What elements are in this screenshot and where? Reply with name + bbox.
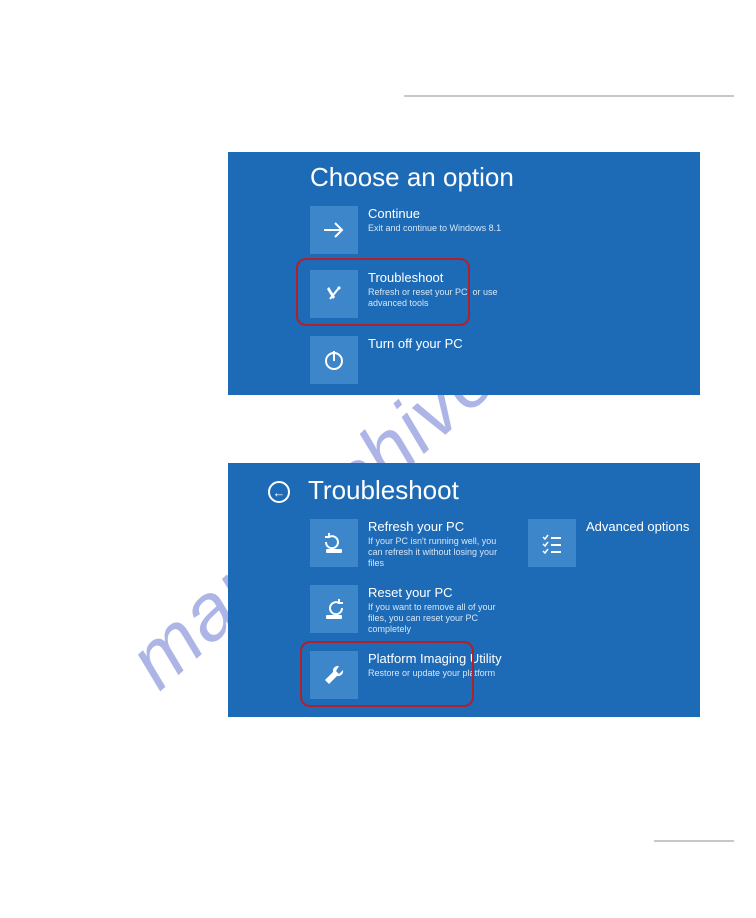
tile-title: Turn off your PC	[368, 336, 463, 351]
tile-title: Continue	[368, 206, 501, 221]
tile-desc: Exit and continue to Windows 8.1	[368, 223, 501, 234]
choose-option-panel: Choose an option Continue Exit and conti…	[228, 152, 700, 395]
tile-reset-pc[interactable]: Reset your PC If you want to remove all …	[310, 585, 508, 634]
reset-icon	[310, 585, 358, 633]
highlight-troubleshoot	[296, 258, 470, 326]
tile-continue[interactable]: Continue Exit and continue to Windows 8.…	[310, 206, 501, 254]
arrow-left-icon: ←	[273, 485, 286, 500]
panel-heading: Troubleshoot	[308, 475, 459, 506]
tile-title: Refresh your PC	[368, 519, 508, 534]
header-rule	[404, 95, 734, 97]
highlight-platform-imaging	[300, 641, 474, 707]
panel-heading: Choose an option	[310, 162, 514, 193]
tile-desc: If you want to remove all of your files,…	[368, 602, 508, 634]
back-button[interactable]: ←	[268, 481, 290, 503]
list-check-icon	[528, 519, 576, 567]
troubleshoot-panel: ← Troubleshoot Refresh your PC If your P…	[228, 463, 700, 717]
footer-rule	[654, 840, 734, 842]
tile-title: Advanced options	[586, 519, 689, 534]
tile-refresh-pc[interactable]: Refresh your PC If your PC isn't running…	[310, 519, 508, 568]
power-icon	[310, 336, 358, 384]
tile-desc: If your PC isn't running well, you can r…	[368, 536, 508, 568]
arrow-right-icon	[310, 206, 358, 254]
refresh-icon	[310, 519, 358, 567]
tile-title: Reset your PC	[368, 585, 508, 600]
tile-turn-off[interactable]: Turn off your PC	[310, 336, 463, 384]
tile-advanced-options[interactable]: Advanced options	[528, 519, 689, 567]
